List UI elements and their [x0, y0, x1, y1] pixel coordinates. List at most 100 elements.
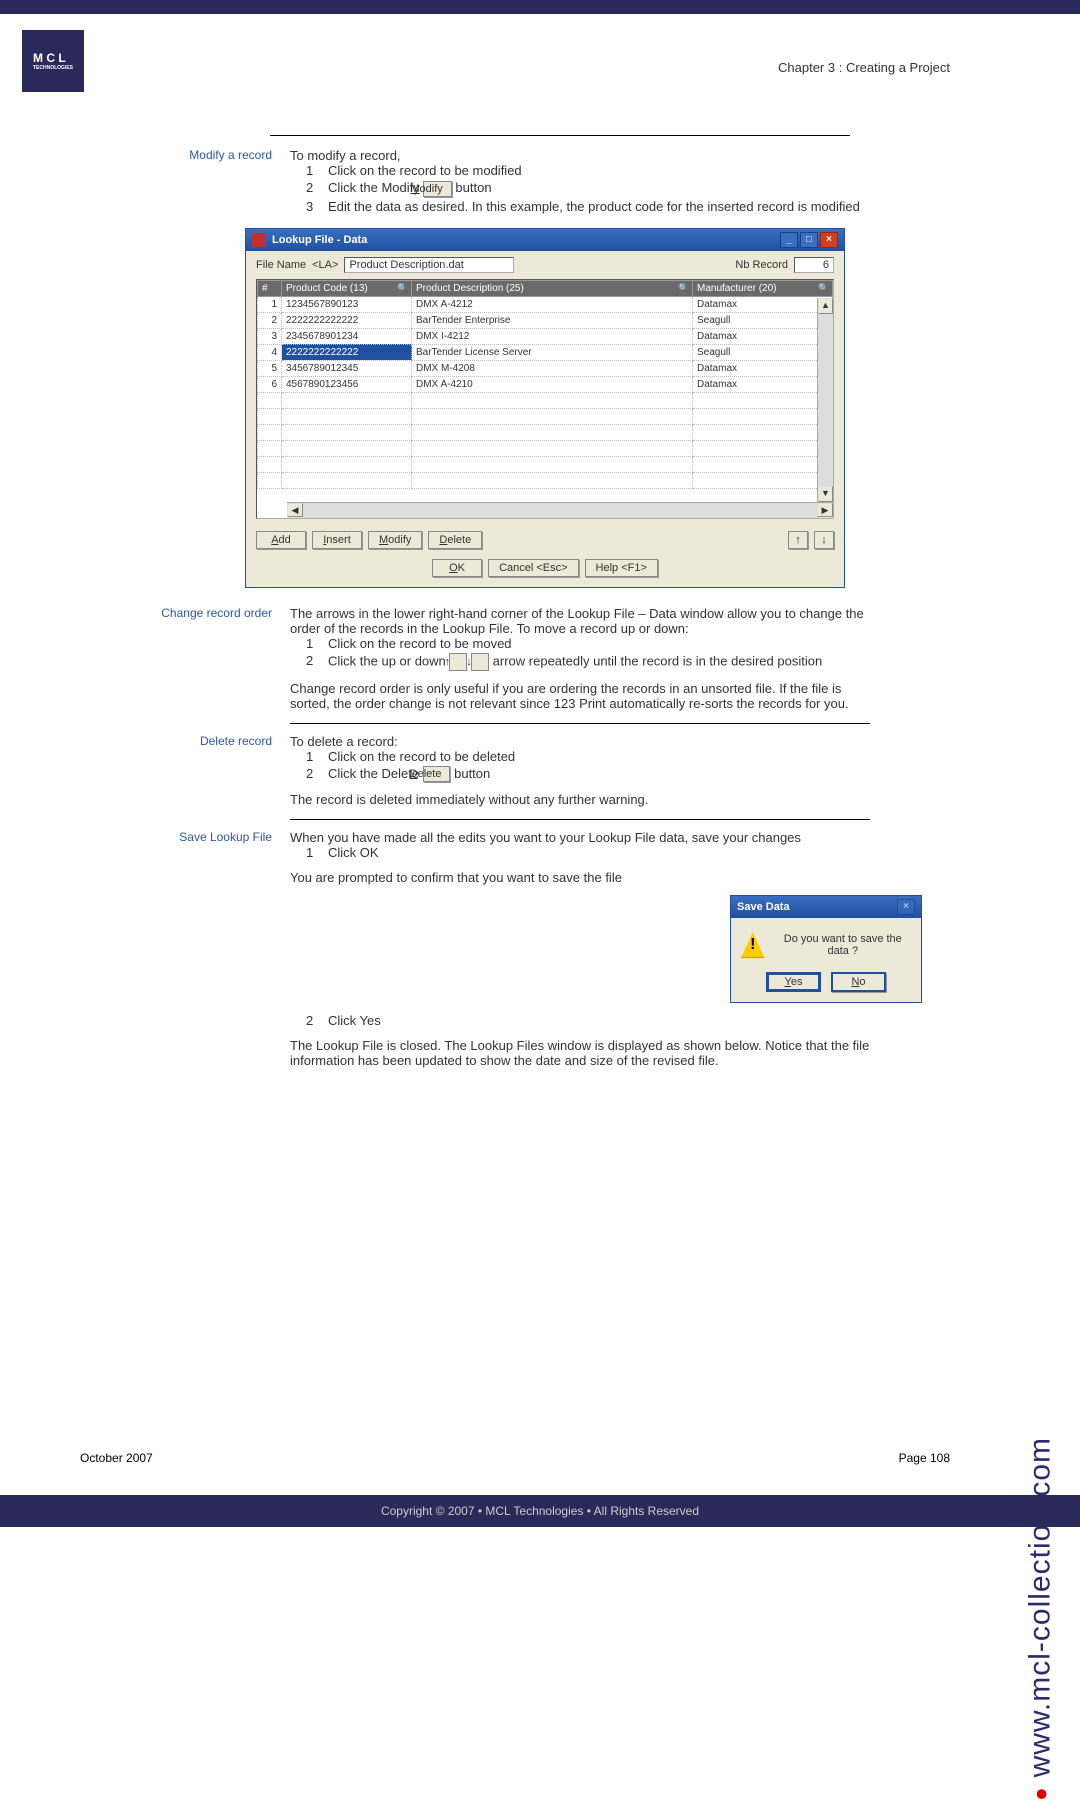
table-cell[interactable] — [412, 392, 693, 408]
table-cell[interactable]: DMX A-4212 — [412, 296, 693, 312]
search-icon[interactable]: 🔍 — [818, 283, 830, 295]
up-arrow-button[interactable]: ↑ — [449, 653, 467, 671]
modify-button[interactable]: Modify — [368, 531, 422, 549]
table-cell[interactable] — [282, 440, 412, 456]
table-cell[interactable]: 5 — [258, 360, 282, 376]
table-cell[interactable] — [412, 424, 693, 440]
table-row[interactable]: 42222222222222BarTender License ServerSe… — [258, 344, 833, 360]
file-name-field[interactable]: Product Description.dat — [344, 257, 514, 273]
table-cell[interactable] — [693, 472, 833, 488]
table-row[interactable] — [258, 392, 833, 408]
table-cell[interactable]: 4 — [258, 344, 282, 360]
table-row[interactable] — [258, 408, 833, 424]
ok-button[interactable]: OK — [432, 559, 482, 577]
table-row[interactable] — [258, 456, 833, 472]
col-code[interactable]: Product Code (13)🔍 — [282, 280, 412, 296]
table-cell[interactable]: Seagull — [693, 344, 833, 360]
table-cell[interactable] — [258, 392, 282, 408]
col-mfr[interactable]: Manufacturer (20)🔍 — [693, 280, 833, 296]
no-button[interactable]: No — [831, 972, 886, 992]
data-grid[interactable]: # Product Code (13)🔍 Product Description… — [256, 279, 834, 519]
close-button[interactable]: × — [820, 232, 838, 248]
down-arrow-button[interactable]: ↓ — [471, 653, 489, 671]
table-cell[interactable]: DMX M-4208 — [412, 360, 693, 376]
dot-icon: • — [1020, 1787, 1061, 1800]
nb-record-value: 6 — [794, 257, 834, 273]
table-cell[interactable] — [693, 456, 833, 472]
table-cell[interactable] — [282, 456, 412, 472]
table-cell[interactable] — [693, 408, 833, 424]
table-cell[interactable] — [258, 408, 282, 424]
scroll-up-button[interactable]: ▲ — [818, 298, 833, 314]
scroll-down-button[interactable]: ▼ — [818, 486, 833, 502]
horizontal-scrollbar[interactable]: ◀ ▶ — [287, 502, 833, 518]
table-cell[interactable] — [693, 392, 833, 408]
table-row[interactable]: 32345678901234DMX I-4212Datamax — [258, 328, 833, 344]
table-cell[interactable] — [282, 392, 412, 408]
table-cell[interactable]: 2222222222222 — [282, 312, 412, 328]
table-cell[interactable] — [693, 424, 833, 440]
yes-button[interactable]: Yes — [766, 972, 821, 992]
table-cell[interactable]: Seagull — [693, 312, 833, 328]
minimize-button[interactable]: _ — [780, 232, 798, 248]
dialog-close-button[interactable]: × — [897, 899, 915, 915]
table-cell[interactable] — [258, 456, 282, 472]
col-num[interactable]: # — [258, 280, 282, 296]
maximize-button[interactable]: □ — [800, 232, 818, 248]
table-cell[interactable] — [258, 424, 282, 440]
table-row[interactable]: 53456789012345DMX M-4208Datamax — [258, 360, 833, 376]
help-button[interactable]: Help <F1> — [585, 559, 658, 577]
table-row[interactable] — [258, 472, 833, 488]
chapter-label: Chapter 3 : Creating a Project — [778, 60, 950, 75]
table-cell[interactable] — [412, 472, 693, 488]
table-cell[interactable]: DMX A-4210 — [412, 376, 693, 392]
table-cell[interactable]: Datamax — [693, 328, 833, 344]
table-cell[interactable]: BarTender License Server — [412, 344, 693, 360]
table-cell[interactable] — [412, 456, 693, 472]
insert-button[interactable]: Insert — [312, 531, 362, 549]
table-row[interactable]: 64567890123456DMX A-4210Datamax — [258, 376, 833, 392]
table-cell[interactable] — [258, 440, 282, 456]
table-cell[interactable]: 4567890123456 — [282, 376, 412, 392]
col-desc[interactable]: Product Description (25)🔍 — [412, 280, 693, 296]
move-up-button[interactable]: ↑ — [788, 531, 808, 549]
delete-button[interactable]: Delete — [428, 531, 482, 549]
scroll-track[interactable] — [818, 314, 833, 486]
table-cell[interactable] — [412, 440, 693, 456]
table-cell[interactable]: 3 — [258, 328, 282, 344]
table-cell[interactable]: 6 — [258, 376, 282, 392]
scroll-right-button[interactable]: ▶ — [817, 503, 833, 517]
cancel-button[interactable]: Cancel <Esc> — [488, 559, 578, 577]
table-cell[interactable]: BarTender Enterprise — [412, 312, 693, 328]
modify-button-inline[interactable]: Modify — [423, 181, 451, 197]
scroll-track[interactable] — [303, 503, 817, 518]
table-cell[interactable]: Datamax — [693, 360, 833, 376]
table-cell[interactable]: 1 — [258, 296, 282, 312]
table-cell[interactable] — [282, 472, 412, 488]
table-cell[interactable] — [693, 440, 833, 456]
table-cell[interactable]: Datamax — [693, 296, 833, 312]
add-button[interactable]: Add — [256, 531, 306, 549]
table-row[interactable]: 11234567890123DMX A-4212Datamax — [258, 296, 833, 312]
table-cell[interactable]: 3456789012345 — [282, 360, 412, 376]
vertical-scrollbar[interactable]: ▲ ▼ — [817, 298, 833, 502]
delete-step-1: 1Click on the record to be deleted — [306, 749, 870, 764]
table-cell[interactable]: 2345678901234 — [282, 328, 412, 344]
delete-button-inline[interactable]: Delete — [423, 766, 451, 782]
table-cell[interactable] — [282, 408, 412, 424]
table-row[interactable]: 22222222222222BarTender EnterpriseSeagul… — [258, 312, 833, 328]
table-row[interactable] — [258, 424, 833, 440]
move-down-button[interactable]: ↓ — [814, 531, 834, 549]
table-cell[interactable]: DMX I-4212 — [412, 328, 693, 344]
table-cell[interactable]: 2222222222222 — [282, 344, 412, 360]
table-row[interactable] — [258, 440, 833, 456]
search-icon[interactable]: 🔍 — [678, 283, 690, 295]
table-cell[interactable] — [412, 408, 693, 424]
table-cell[interactable]: Datamax — [693, 376, 833, 392]
search-icon[interactable]: 🔍 — [397, 283, 409, 295]
scroll-left-button[interactable]: ◀ — [287, 503, 303, 517]
table-cell[interactable] — [258, 472, 282, 488]
table-cell[interactable]: 2 — [258, 312, 282, 328]
table-cell[interactable] — [282, 424, 412, 440]
table-cell[interactable]: 1234567890123 — [282, 296, 412, 312]
